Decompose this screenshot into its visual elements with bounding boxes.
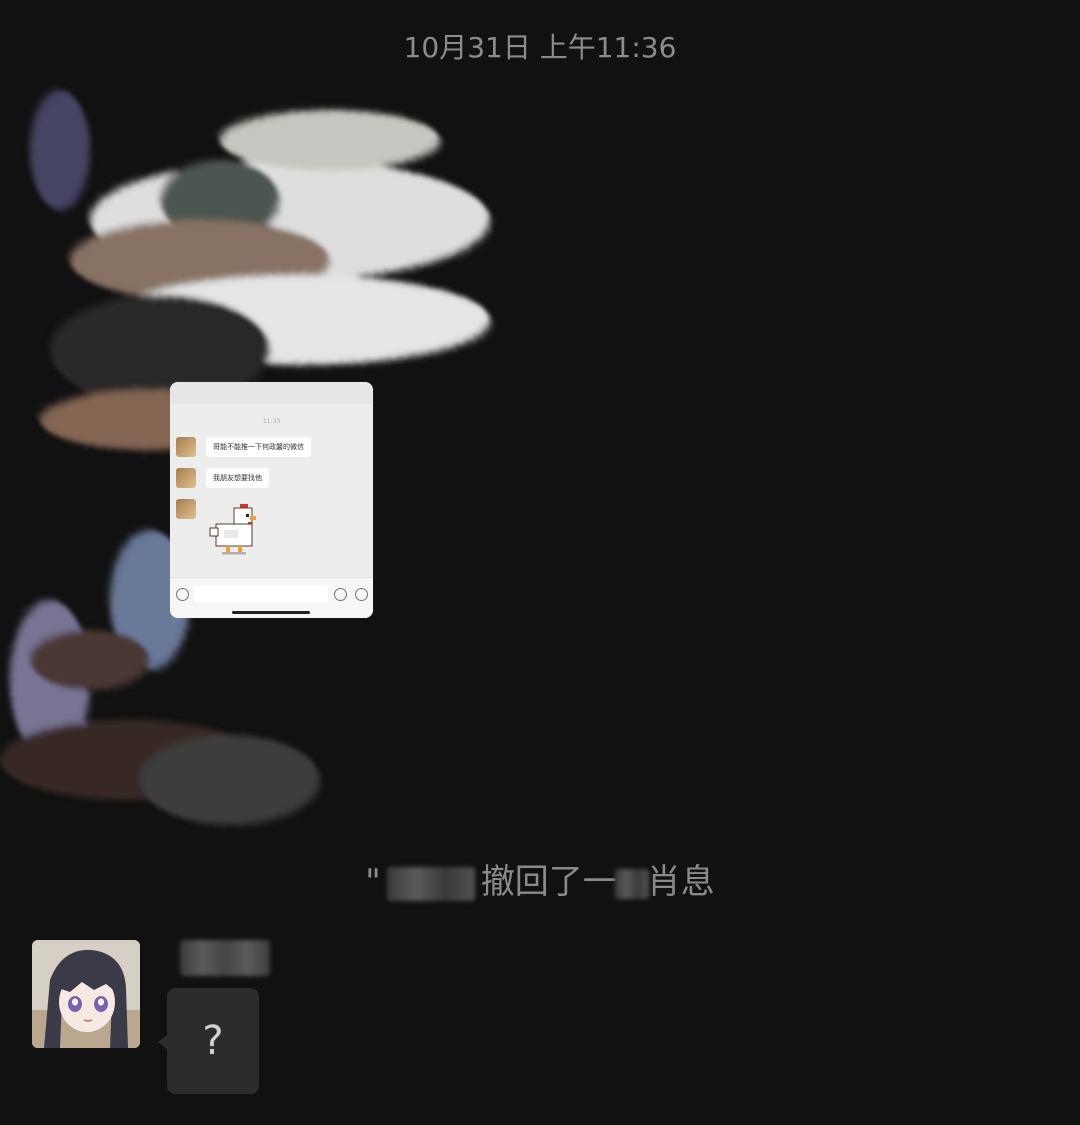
redacted-sender-name	[180, 940, 270, 976]
voice-icon	[176, 588, 189, 601]
chat-timestamp: 10月31日 上午11:36	[403, 31, 677, 64]
screenshot-time: 11:33	[262, 418, 281, 425]
home-indicator	[232, 611, 310, 614]
message-bubble: 哥能不能推一下何政馨的微信	[206, 437, 311, 457]
screenshot-message: 我朋友想要找他	[176, 468, 269, 488]
plus-icon	[355, 588, 368, 601]
recall-text-2: 肖息	[646, 862, 715, 902]
redacted-name	[386, 866, 475, 901]
recall-text-1: 撤回了一	[480, 862, 617, 902]
recall-notice: " 撤回了一 肖息	[0, 854, 1080, 903]
screenshot-message: 哥能不能推一下何政馨的微信	[176, 437, 311, 457]
screenshot-topbar	[170, 382, 373, 404]
recall-prefix: "	[365, 862, 381, 902]
screenshot-input-bar	[170, 577, 373, 618]
screenshot-text-field	[194, 585, 328, 603]
redacted-text	[614, 868, 649, 899]
emoji-icon	[334, 588, 347, 601]
shared-chat-screenshot[interactable]: 11:33 哥能不能推一下何政馨的微信 我朋友想要找他	[170, 382, 373, 618]
avatar	[176, 499, 196, 519]
avatar	[176, 437, 196, 457]
chicken-sticker-icon	[209, 504, 256, 555]
anime-avatar-icon	[32, 940, 140, 1048]
screenshot-message	[176, 499, 196, 519]
contact-avatar[interactable]	[32, 940, 140, 1048]
avatar	[176, 468, 196, 488]
message-bubble[interactable]: ?	[167, 988, 259, 1094]
message-text: ?	[202, 1018, 224, 1064]
message-bubble: 我朋友想要找他	[206, 468, 269, 488]
